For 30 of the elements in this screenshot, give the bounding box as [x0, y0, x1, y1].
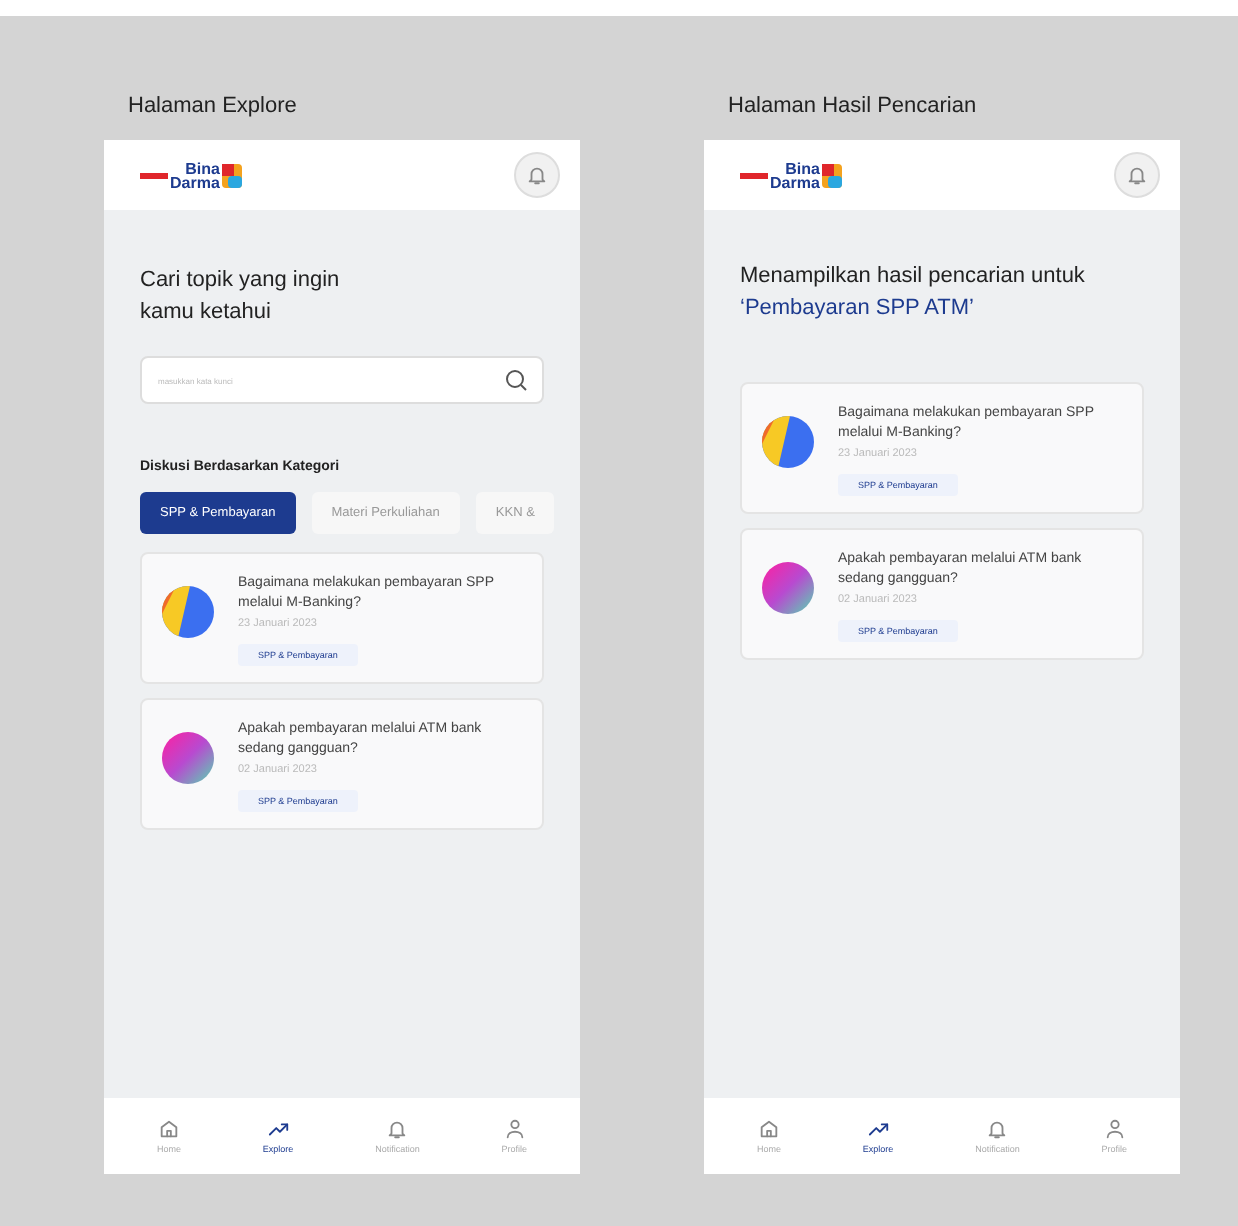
avatar-icon — [762, 562, 814, 614]
results-heading: Menampilkan hasil pencarian untuk — [740, 262, 1087, 292]
page-heading: Cari topik yang ingin kamu ketahui — [140, 266, 342, 328]
avatar-icon — [162, 586, 214, 638]
user-icon — [1103, 1118, 1126, 1140]
bell-icon — [1126, 164, 1148, 186]
bell-icon — [526, 164, 548, 186]
logo-text: Bina — [785, 161, 820, 175]
trend-icon — [267, 1118, 290, 1140]
bell-icon — [986, 1118, 1009, 1140]
logo-icon — [140, 171, 168, 179]
avatar-icon — [762, 416, 814, 468]
search-icon[interactable] — [504, 368, 528, 392]
trend-icon — [867, 1118, 890, 1140]
notification-button[interactable] — [1114, 152, 1160, 198]
search-query: ‘Pembayaran SPP ATM’ — [740, 294, 976, 324]
home-icon — [757, 1118, 780, 1140]
logo-icon — [221, 163, 242, 187]
home-icon — [157, 1118, 180, 1140]
avatar-icon — [162, 732, 214, 784]
logo-text: Bina — [185, 161, 220, 175]
screen-label: Halaman Hasil Pencarian — [726, 92, 979, 122]
logo-icon — [740, 171, 768, 179]
logo-text: Darma — [170, 175, 220, 189]
screen-label: Halaman Explore — [126, 92, 299, 122]
bell-icon — [386, 1118, 409, 1140]
notification-button[interactable] — [514, 152, 560, 198]
logo-text: Darma — [770, 175, 820, 189]
user-icon — [503, 1118, 526, 1140]
logo-icon — [821, 163, 842, 187]
